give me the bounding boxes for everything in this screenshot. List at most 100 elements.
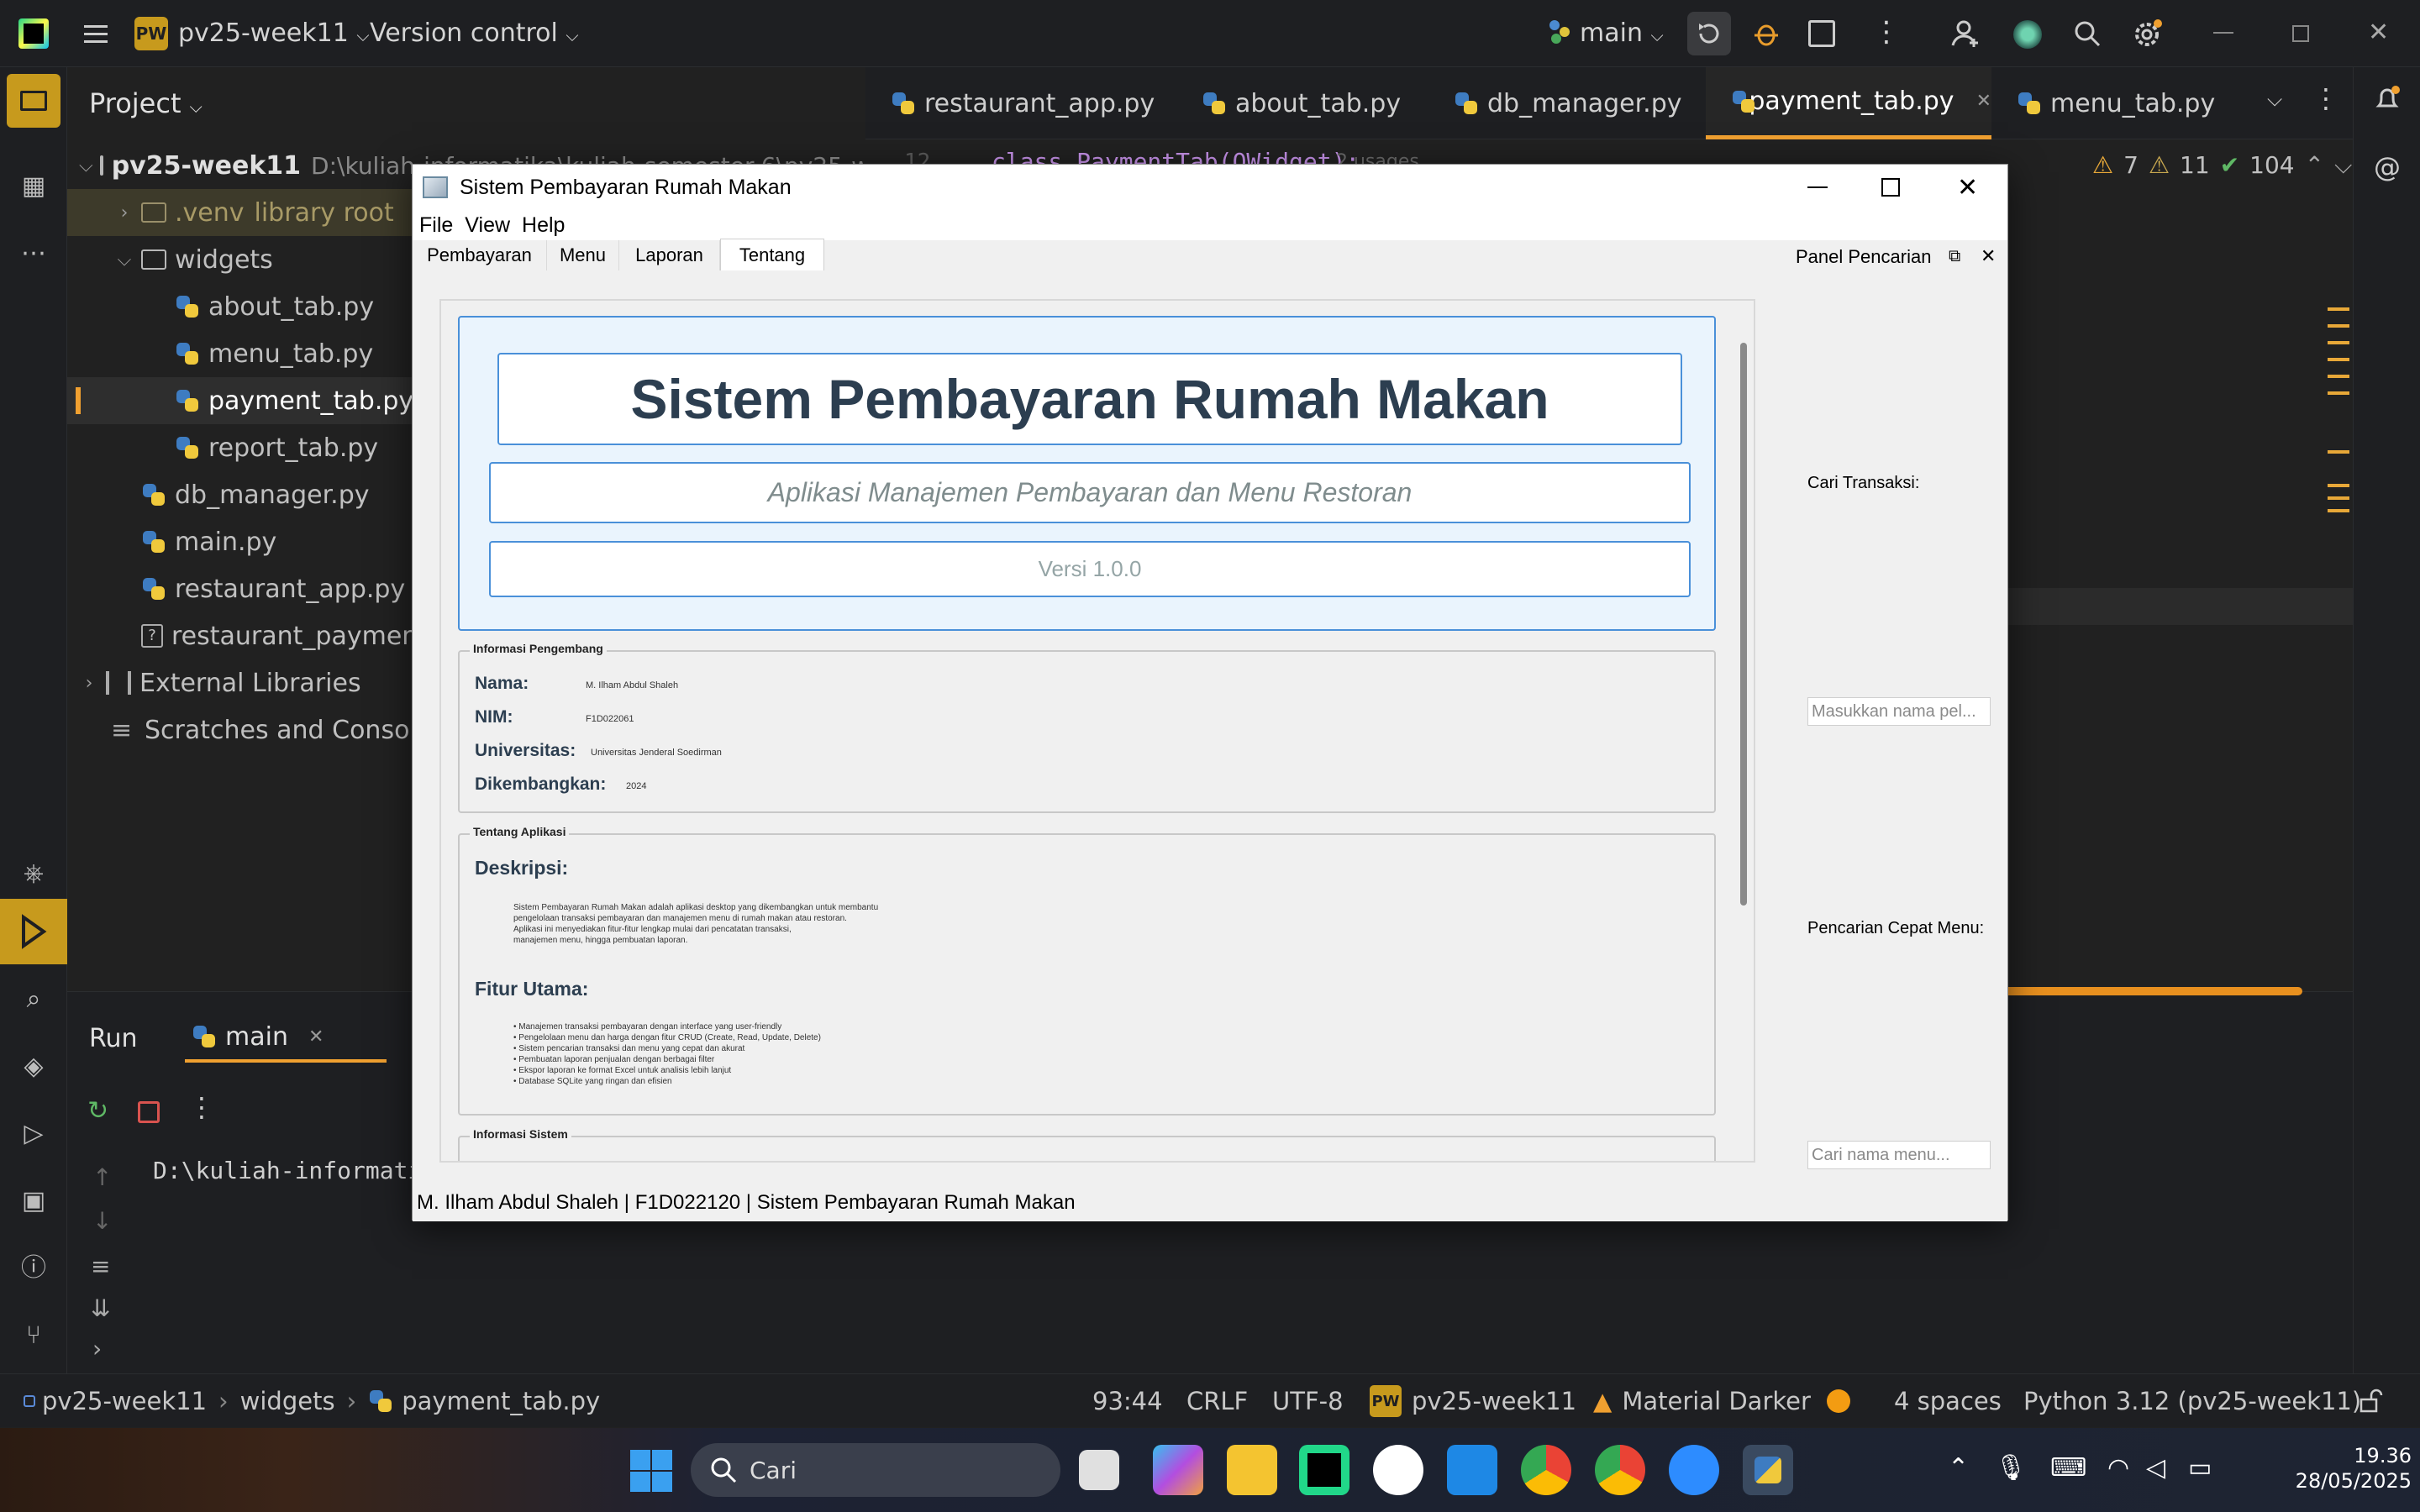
- chevron-down-icon[interactable]: ⌵: [2334, 151, 2352, 180]
- more-tools-icon[interactable]: ⋯: [17, 237, 50, 270]
- theme-indicator[interactable]: ▲ Material Darker: [1593, 1374, 1811, 1428]
- file-encoding[interactable]: UTF-8: [1272, 1374, 1344, 1428]
- task-view-icon[interactable]: [1079, 1450, 1119, 1490]
- battery-icon[interactable]: ▭: [2188, 1453, 2212, 1483]
- vcs-selector[interactable]: Version control ⌵: [370, 18, 579, 48]
- volume-icon[interactable]: ◁: [2146, 1453, 2165, 1483]
- branch-selector[interactable]: main ⌵: [1580, 18, 1664, 48]
- line-separator[interactable]: CRLF: [1186, 1374, 1248, 1428]
- tray-chevron-up-icon[interactable]: ⌃: [1948, 1453, 1969, 1483]
- microphone-icon[interactable]: 🎙: [1995, 1453, 2027, 1483]
- soft-wrap-icon[interactable]: ≡: [91, 1252, 110, 1280]
- status-dot-icon[interactable]: [1827, 1374, 1850, 1428]
- services-icon[interactable]: ▷: [17, 1117, 50, 1151]
- tab-pembayaran[interactable]: Pembayaran: [413, 240, 547, 270]
- more-vertical-icon[interactable]: ⋮: [2312, 82, 2339, 114]
- structure-icon[interactable]: ▦: [17, 170, 50, 203]
- clock[interactable]: 19.36 28/05/2025: [2269, 1443, 2412, 1494]
- add-user-icon[interactable]: [1951, 18, 1981, 49]
- search-transaction-input[interactable]: Masukkan nama pel...: [1807, 697, 1991, 726]
- taskbar-search-box[interactable]: Cari: [691, 1443, 1060, 1497]
- search-everywhere-icon[interactable]: ⌕: [17, 983, 50, 1016]
- git-icon[interactable]: ⑂: [17, 1319, 50, 1352]
- notifications-bell-icon[interactable]: [2372, 84, 2402, 114]
- windows-start-icon[interactable]: [629, 1448, 674, 1494]
- app-store-icon[interactable]: [1373, 1445, 1423, 1495]
- debug-icon[interactable]: [1751, 18, 1781, 49]
- rerun-button[interactable]: [1687, 12, 1731, 55]
- scroll-to-end-icon[interactable]: ⇊: [91, 1294, 110, 1322]
- rerun-icon[interactable]: ↻: [87, 1096, 118, 1126]
- tabs-dropdown-icon[interactable]: ⌵: [2267, 87, 2282, 111]
- about-scrollbar-thumb[interactable]: [1740, 343, 1747, 906]
- tab-db-manager[interactable]: db_manager.py: [1428, 67, 1706, 139]
- breadcrumb[interactable]: pv25-week11 › widgets › payment_tab.py: [24, 1374, 600, 1428]
- menu-file[interactable]: File: [419, 213, 453, 238]
- breadcrumb-file[interactable]: payment_tab.py: [402, 1387, 600, 1415]
- more-vertical-icon[interactable]: ⋮: [188, 1091, 215, 1123]
- hamburger-menu-icon[interactable]: [81, 18, 111, 49]
- tab-tentang[interactable]: Tentang: [720, 239, 824, 270]
- dock-float-icon[interactable]: ⧉: [1949, 247, 1960, 266]
- maximize-icon[interactable]: [1881, 178, 1900, 197]
- keyboard-icon[interactable]: ⌨: [2050, 1453, 2086, 1483]
- file-explorer-icon[interactable]: [1227, 1445, 1277, 1495]
- ai-assistant-icon[interactable]: [2013, 20, 2042, 49]
- breadcrumb-project[interactable]: pv25-week11: [42, 1387, 207, 1415]
- scroll-up-icon[interactable]: ↑: [92, 1163, 112, 1191]
- more-vertical-icon[interactable]: ⋮: [1872, 15, 1901, 49]
- tab-restaurant-app[interactable]: restaurant_app.py: [865, 67, 1176, 139]
- python-packages-icon[interactable]: ⎈: [17, 857, 50, 890]
- search-icon[interactable]: [2072, 18, 2102, 49]
- vscode-icon[interactable]: [1447, 1445, 1497, 1495]
- layers-icon[interactable]: ◈: [17, 1050, 50, 1084]
- restore-icon[interactable]: [2292, 25, 2309, 42]
- copilot-icon[interactable]: [1153, 1445, 1203, 1495]
- project-selector[interactable]: pv25-week11 ⌵: [178, 18, 370, 48]
- close-icon[interactable]: ✕: [2368, 18, 2396, 47]
- lock-icon[interactable]: [2358, 1374, 2383, 1428]
- dock-title-bar[interactable]: Panel Pencarian ⧉ ✕: [1791, 240, 2007, 274]
- project-tool-button[interactable]: [7, 74, 60, 128]
- chrome-profile-icon[interactable]: [1595, 1445, 1645, 1495]
- terminal-icon[interactable]: ▣: [17, 1184, 50, 1218]
- tab-menu[interactable]: Menu: [547, 240, 619, 270]
- tab-payment-tab[interactable]: payment_tab.py ✕: [1706, 67, 1991, 139]
- status-project[interactable]: PW pv25-week11: [1370, 1374, 1576, 1428]
- close-icon[interactable]: ✕: [1957, 173, 1978, 202]
- stop-icon[interactable]: [1808, 20, 1835, 47]
- about-scroll-area[interactable]: Sistem Pembayaran Rumah Makan Aplikasi M…: [439, 299, 1755, 1163]
- minimize-icon[interactable]: [2213, 32, 2233, 34]
- python-app-icon[interactable]: [1743, 1445, 1793, 1495]
- scroll-down-icon[interactable]: ↓: [92, 1207, 112, 1235]
- run-tool-button[interactable]: [0, 899, 67, 964]
- chrome-icon[interactable]: [1521, 1445, 1571, 1495]
- tab-close-icon[interactable]: ✕: [1976, 91, 1991, 112]
- caret-position[interactable]: 93:44: [1092, 1374, 1163, 1428]
- tab-laporan[interactable]: Laporan: [619, 240, 720, 270]
- chevron-up-icon[interactable]: ⌃: [2305, 151, 2324, 180]
- stop-run-icon[interactable]: [138, 1101, 160, 1123]
- zoom-icon[interactable]: [1669, 1445, 1719, 1495]
- breadcrumb-folder[interactable]: widgets: [240, 1387, 335, 1415]
- indent-setting[interactable]: 4 spaces: [1894, 1374, 2002, 1428]
- inspection-widget[interactable]: ⚠ 7 ⚠ 11 ✔ 104 ⌃ ⌵: [2092, 151, 2352, 180]
- search-menu-input[interactable]: Cari nama menu...: [1807, 1141, 1991, 1169]
- tab-close-icon[interactable]: ✕: [308, 1026, 324, 1047]
- pycharm-taskbar-icon[interactable]: [1299, 1445, 1349, 1495]
- run-tab-main[interactable]: main ✕: [185, 1014, 387, 1063]
- project-panel-header[interactable]: Project ⌵: [89, 87, 203, 119]
- menu-view[interactable]: View: [465, 213, 510, 238]
- minimize-icon[interactable]: [1807, 186, 1828, 188]
- dock-close-icon[interactable]: ✕: [1981, 245, 1996, 267]
- tab-about-tab[interactable]: about_tab.py: [1176, 67, 1428, 139]
- expand-icon[interactable]: ›: [92, 1335, 102, 1362]
- app-title-bar[interactable]: Sistem Pembayaran Rumah Makan ✕: [413, 165, 2007, 210]
- python-interpreter[interactable]: Python 3.12 (pv25-week11): [2023, 1374, 2361, 1428]
- problems-icon[interactable]: ⓘ: [17, 1252, 50, 1285]
- wifi-icon[interactable]: ◠: [2107, 1453, 2129, 1483]
- menu-help[interactable]: Help: [522, 213, 565, 238]
- tab-menu-tab[interactable]: menu_tab.py: [1991, 67, 2244, 139]
- editor-scrollbar-markers[interactable]: [2328, 307, 2349, 660]
- ai-spiral-icon[interactable]: @: [2372, 151, 2402, 183]
